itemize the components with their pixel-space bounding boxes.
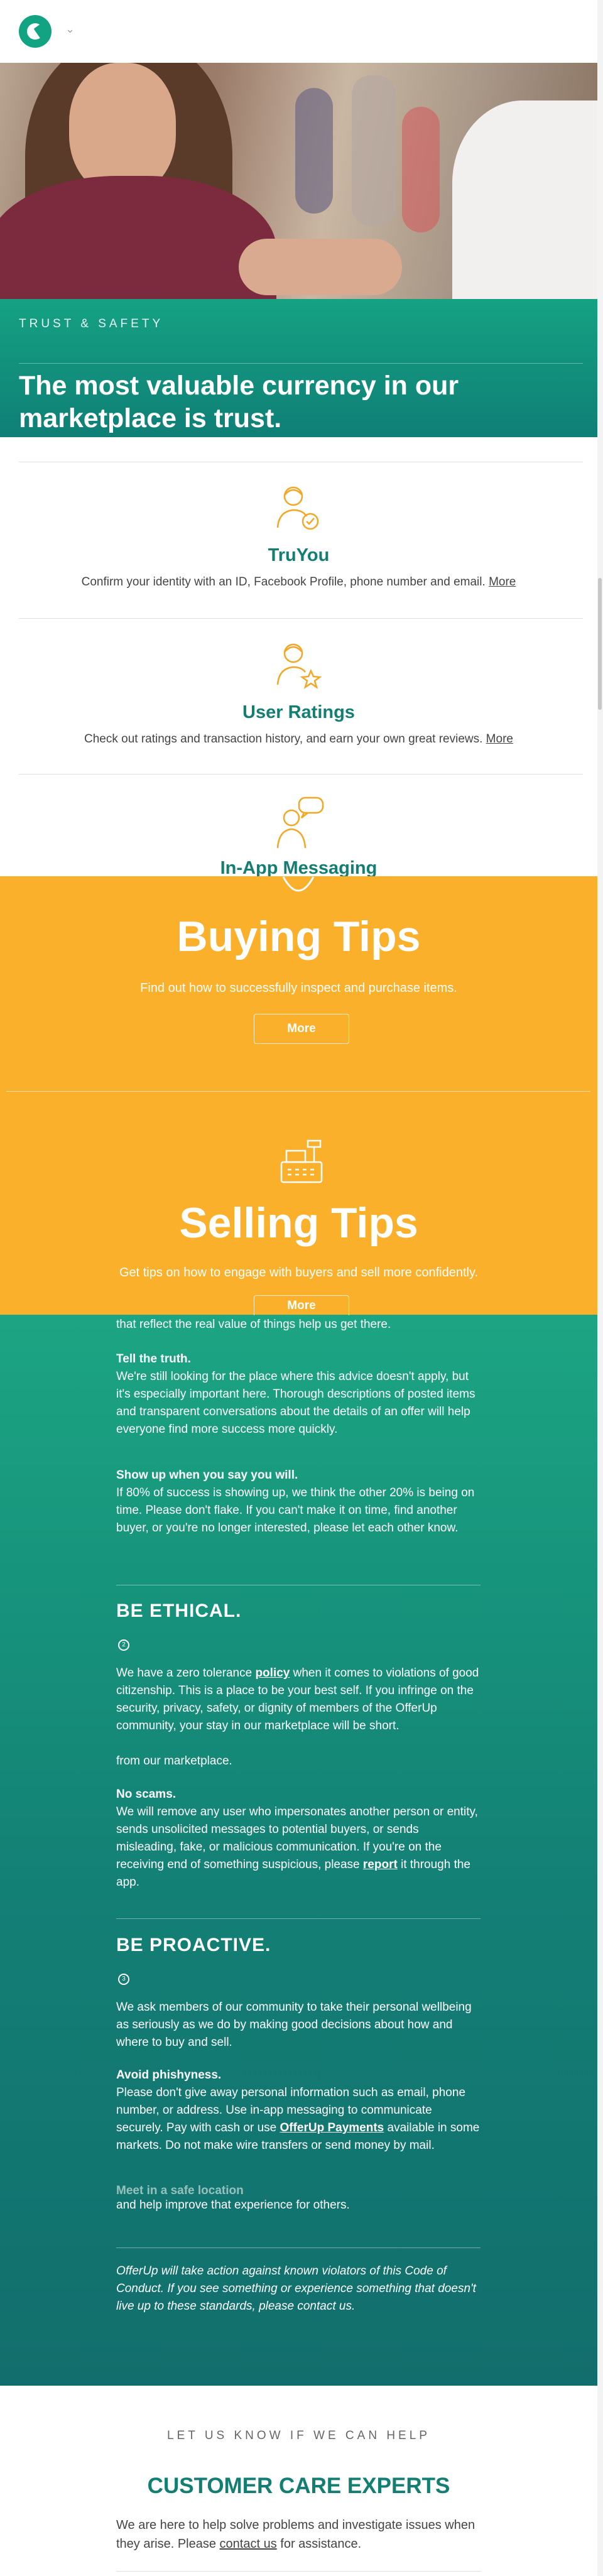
divider: [19, 618, 583, 619]
show-up-block: Show up when you say you will. If 80% of…: [116, 1467, 481, 1537]
offerup-logo-icon[interactable]: [19, 15, 52, 48]
report-link[interactable]: report: [363, 1858, 398, 1871]
chat-bubble-person-icon: [276, 796, 324, 849]
show-up-body: If 80% of success is showing up, we thin…: [116, 1486, 475, 1535]
truyou-person-check-icon: [276, 486, 319, 530]
code-footer-note: OfferUp will take action against known v…: [116, 2264, 476, 2313]
phishyness-heading: Avoid phishyness.: [116, 2068, 222, 2082]
buying-tips-subtitle: Find out how to successfully inspect and…: [140, 981, 457, 995]
proactive-paragraph: We ask members of our community to take …: [116, 2001, 472, 2049]
hero-photo-detail: [295, 88, 333, 214]
section-number-badge: 3: [118, 1974, 129, 1985]
feature-desc-text: Confirm your identity with an ID, Facebo…: [81, 575, 486, 589]
feature-desc-ratings: Check out ratings and transaction histor…: [0, 732, 597, 746]
selling-tips-subtitle: Get tips on how to engage with buyers an…: [119, 1266, 479, 1280]
hero-photo-detail: [69, 63, 176, 195]
divider: [19, 363, 583, 364]
divider: [116, 2247, 481, 2248]
partial-paragraph: that reflect the real value of things he…: [116, 1318, 391, 1331]
trust-eyebrow: TRUST & SAFETY: [19, 317, 164, 330]
care-description: We are here to help solve problems and i…: [116, 2516, 487, 2553]
selling-tips-title: Selling Tips: [179, 1199, 418, 1247]
policy-link[interactable]: policy: [255, 1666, 290, 1680]
cash-register-icon: [280, 1139, 323, 1183]
ratings-more-link[interactable]: More: [486, 732, 513, 746]
handshake-detail: [239, 239, 402, 295]
feature-title-ratings: User Ratings: [242, 702, 355, 722]
selling-tips-more-button[interactable]: More: [254, 1295, 349, 1315]
ethical-text: We have a zero tolerance: [116, 1666, 256, 1680]
ethical-paragraph: We have a zero tolerance policy when it …: [116, 1665, 481, 1735]
tell-truth-block: Tell the truth. We're still looking for …: [116, 1350, 481, 1438]
divider: [116, 1918, 481, 1919]
divider: [116, 2571, 481, 2572]
care-title: CUSTOMER CARE EXPERTS: [147, 2474, 450, 2498]
phishyness-block: Avoid phishyness. Please don't give away…: [116, 2067, 481, 2155]
no-scams-block: No scams. We will remove any user who im…: [116, 1786, 481, 1891]
feature-desc-truyou: Confirm your identity with an ID, Facebo…: [0, 575, 597, 589]
user-rating-star-icon: [276, 643, 322, 689]
feature-title-truyou: TruYou: [268, 545, 330, 565]
no-scams-heading: No scams.: [116, 1788, 177, 1801]
ethical-tail: from our marketplace.: [116, 1754, 232, 1768]
divider: [6, 1091, 590, 1092]
hero-photo-detail: [402, 107, 440, 232]
contact-us-link[interactable]: contact us: [220, 2537, 277, 2551]
feature-desc-text: Check out ratings and transaction histor…: [84, 732, 483, 746]
chevron-down-icon[interactable]: ⌄: [65, 23, 75, 36]
scrollbar-track[interactable]: [597, 0, 603, 2576]
tell-truth-body: We're still looking for the place where …: [116, 1370, 475, 1436]
show-up-heading: Show up when you say you will.: [116, 1469, 298, 1482]
care-text: for assistance.: [276, 2537, 362, 2551]
top-navbar: [0, 0, 597, 63]
care-eyebrow: LET US KNOW IF WE CAN HELP: [167, 2429, 430, 2442]
be-proactive-heading: BE PROACTIVE.: [116, 1935, 271, 1955]
hero-photo-detail: [0, 176, 276, 299]
hero-photo-detail: [352, 75, 396, 226]
closing-line: and help improve that experience for oth…: [116, 2198, 350, 2212]
tell-truth-heading: Tell the truth.: [116, 1352, 191, 1366]
offerup-payments-link[interactable]: OfferUp Payments: [280, 2121, 384, 2134]
be-ethical-heading: BE ETHICAL.: [116, 1600, 242, 1621]
scrollbar-thumb[interactable]: [598, 578, 602, 710]
buying-tips-title: Buying Tips: [177, 913, 421, 960]
truyou-more-link[interactable]: More: [489, 575, 516, 589]
decorative-arc-icon: [282, 876, 315, 892]
hero-image: [0, 63, 597, 299]
buying-tips-more-button[interactable]: More: [254, 1014, 349, 1044]
hero-photo-detail: [452, 101, 597, 299]
section-number-badge: 2: [118, 1639, 129, 1651]
safe-location-heading: Meet in a safe location: [116, 2184, 244, 2197]
trust-headline: The most valuable currency in our market…: [19, 371, 459, 433]
